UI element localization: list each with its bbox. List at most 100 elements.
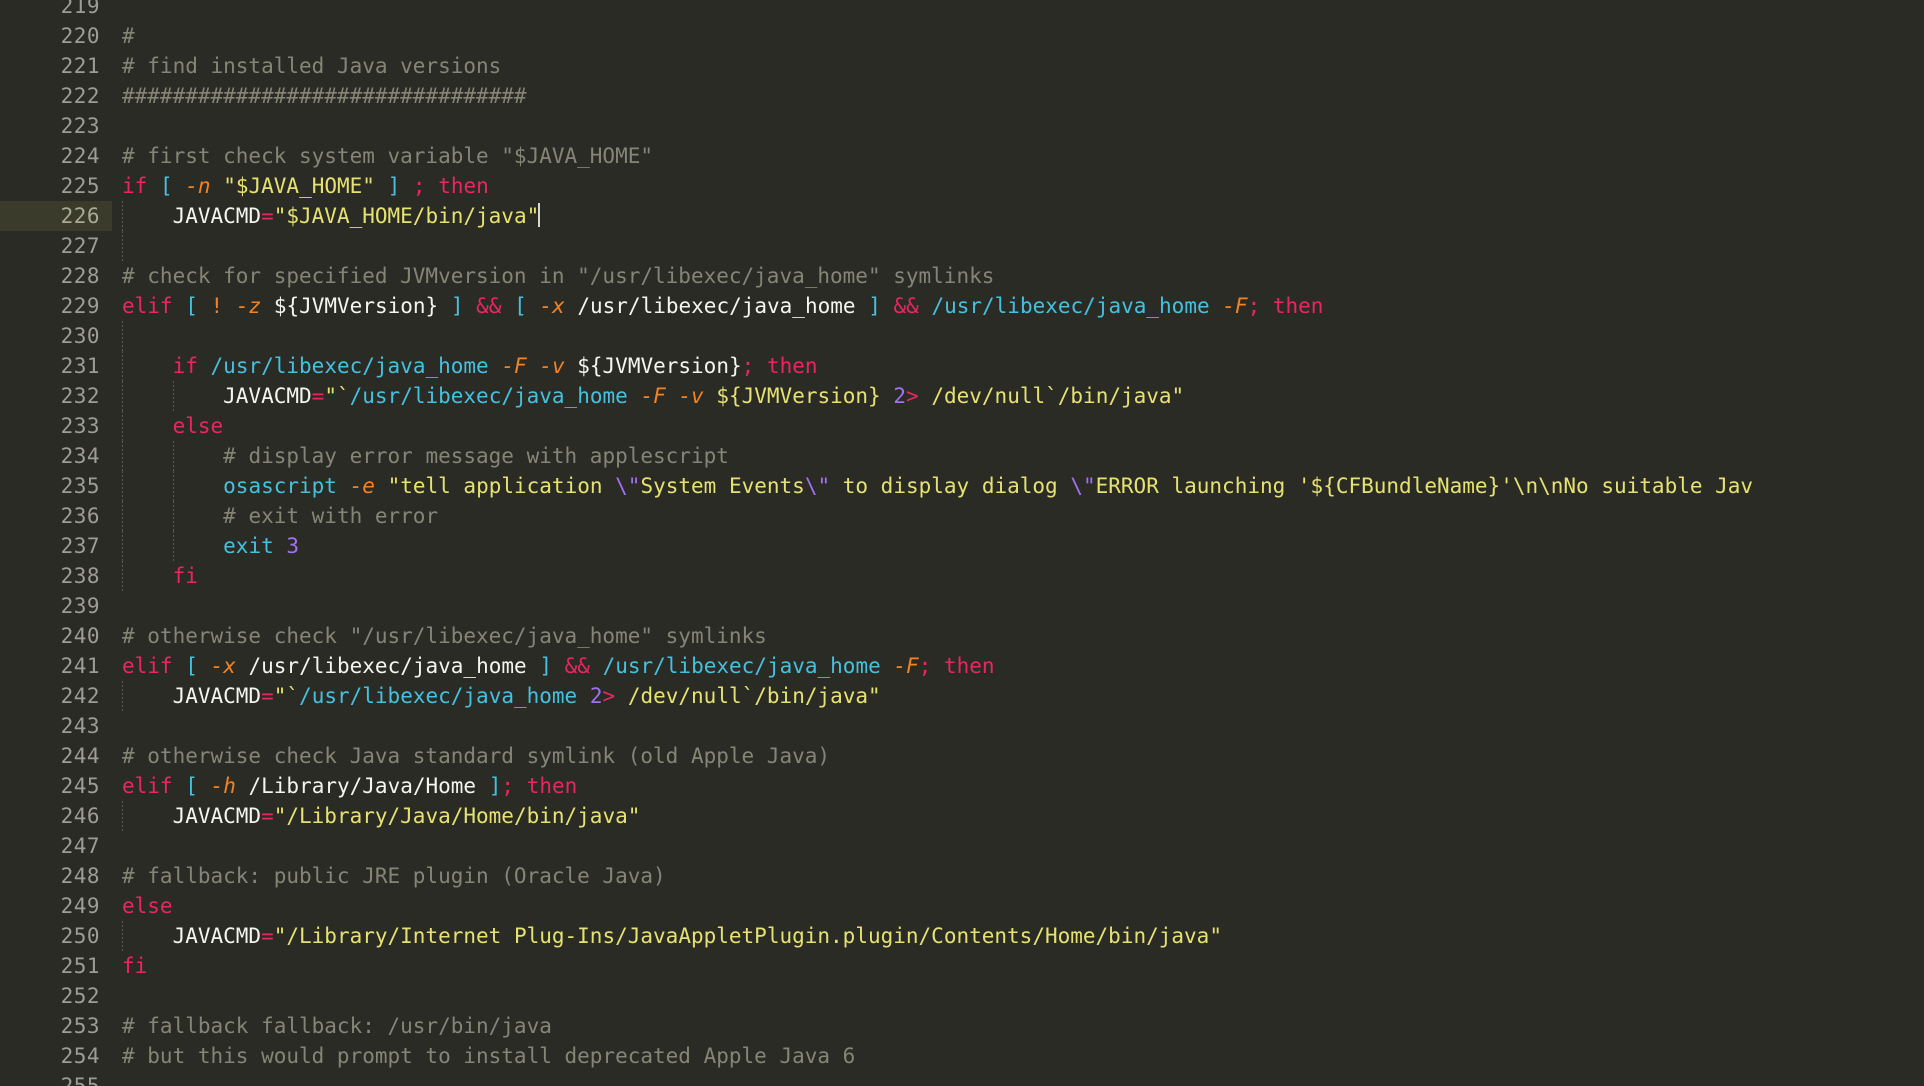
- code-text[interactable]: # fallback fallback: /usr/bin/java: [122, 1011, 552, 1041]
- code-text[interactable]: JAVACMD="$JAVA_HOME/bin/java": [122, 201, 540, 231]
- line-number[interactable]: 245: [0, 771, 112, 801]
- code-text[interactable]: # otherwise check "/usr/libexec/java_hom…: [122, 621, 767, 651]
- code-line[interactable]: 221# find installed Java versions: [0, 51, 1924, 81]
- code-line[interactable]: 238 fi: [0, 561, 1924, 591]
- line-number[interactable]: 244: [0, 741, 112, 771]
- line-number[interactable]: 247: [0, 831, 112, 861]
- code-text[interactable]: # display error message with applescript: [122, 441, 729, 471]
- code-line[interactable]: 237 exit 3: [0, 531, 1924, 561]
- code-text[interactable]: JAVACMD="/Library/Java/Home/bin/java": [122, 801, 640, 831]
- line-number[interactable]: 235: [0, 471, 112, 501]
- code-line[interactable]: 225if [ -n "$JAVA_HOME" ] ; then: [0, 171, 1924, 201]
- code-text[interactable]: if /usr/libexec/java_home -F -v ${JVMVer…: [122, 351, 818, 381]
- code-line[interactable]: 235 osascript -e "tell application \"Sys…: [0, 471, 1924, 501]
- code-line[interactable]: 252: [0, 981, 1924, 1011]
- code-line[interactable]: 248 # fallback: public JRE plugin (Oracle…: [0, 861, 1924, 891]
- line-number[interactable]: 227: [0, 231, 112, 261]
- code-line[interactable]: 219: [0, 0, 1924, 21]
- line-number[interactable]: 223: [0, 111, 112, 141]
- line-number[interactable]: 224: [0, 141, 112, 171]
- code-text[interactable]: #: [122, 21, 135, 51]
- line-number[interactable]: 248: [0, 861, 112, 891]
- line-number[interactable]: 232: [0, 381, 112, 411]
- code-line[interactable]: 250 JAVACMD="/Library/Internet Plug-Ins/…: [0, 921, 1924, 951]
- line-number[interactable]: 253: [0, 1011, 112, 1041]
- line-number[interactable]: 228: [0, 261, 112, 291]
- line-number[interactable]: 252: [0, 981, 112, 1011]
- line-number[interactable]: 255: [0, 1071, 112, 1086]
- line-number[interactable]: 240: [0, 621, 112, 651]
- code-line[interactable]: 222 ################################: [0, 81, 1924, 111]
- line-number[interactable]: 220: [0, 21, 112, 51]
- code-text[interactable]: elif [ -x /usr/libexec/java_home ] && /u…: [122, 651, 995, 681]
- code-line[interactable]: 245 elif [ -h /Library/Java/Home ]; then: [0, 771, 1924, 801]
- code-line[interactable]: 255: [0, 1071, 1924, 1086]
- line-number[interactable]: 233: [0, 411, 112, 441]
- line-number[interactable]: 254: [0, 1041, 112, 1071]
- code-text[interactable]: fi: [122, 951, 147, 981]
- code-line[interactable]: 244 # otherwise check Java standard symli…: [0, 741, 1924, 771]
- line-number[interactable]: 243: [0, 711, 112, 741]
- code-line[interactable]: 241 elif [ -x /usr/libexec/java_home ] &&…: [0, 651, 1924, 681]
- line-number[interactable]: 238: [0, 561, 112, 591]
- line-number[interactable]: 230: [0, 321, 112, 351]
- code-line[interactable]: 229 elif [ ! -z ${JVMVersion} ] && [ -x /…: [0, 291, 1924, 321]
- line-number[interactable]: 251: [0, 951, 112, 981]
- code-text[interactable]: # but this would prompt to install depre…: [122, 1041, 855, 1071]
- line-number[interactable]: 237: [0, 531, 112, 561]
- code-line[interactable]: 224 # first check system variable "$JAVA_…: [0, 141, 1924, 171]
- code-line[interactable]: 246 JAVACMD="/Library/Java/Home/bin/java…: [0, 801, 1924, 831]
- code-text[interactable]: elif [ -h /Library/Java/Home ]; then: [122, 771, 577, 801]
- code-line[interactable]: 242 JAVACMD="`/usr/libexec/java_home 2> …: [0, 681, 1924, 711]
- code-editor[interactable]: 219220 #221# find installed Java versions…: [0, 0, 1924, 1086]
- line-number[interactable]: 225: [0, 171, 112, 201]
- code-text[interactable]: # first check system variable "$JAVA_HOM…: [122, 141, 653, 171]
- line-number[interactable]: 229: [0, 291, 112, 321]
- code-text[interactable]: # fallback: public JRE plugin (Oracle Ja…: [122, 861, 666, 891]
- code-text[interactable]: else: [122, 411, 223, 441]
- code-text[interactable]: ################################: [122, 81, 527, 111]
- line-number[interactable]: 219: [0, 0, 112, 21]
- code-line[interactable]: 251 fi: [0, 951, 1924, 981]
- code-line[interactable]: 247: [0, 831, 1924, 861]
- line-number[interactable]: 241: [0, 651, 112, 681]
- line-number[interactable]: 246: [0, 801, 112, 831]
- code-text[interactable]: elif [ ! -z ${JVMVersion} ] && [ -x /usr…: [122, 291, 1323, 321]
- line-number[interactable]: 242: [0, 681, 112, 711]
- code-line[interactable]: 233 else: [0, 411, 1924, 441]
- code-line[interactable]: 243: [0, 711, 1924, 741]
- code-text[interactable]: exit 3: [122, 531, 299, 561]
- line-number[interactable]: 231: [0, 351, 112, 381]
- code-line[interactable]: 226 JAVACMD="$JAVA_HOME/bin/java": [0, 201, 1924, 231]
- code-text[interactable]: else: [122, 891, 173, 921]
- code-text[interactable]: osascript -e "tell application \"System …: [122, 471, 1753, 501]
- code-line[interactable]: 239: [0, 591, 1924, 621]
- code-line[interactable]: 232 JAVACMD="`/usr/libexec/java_home -F …: [0, 381, 1924, 411]
- code-text[interactable]: # exit with error: [122, 501, 438, 531]
- code-text[interactable]: JAVACMD="`/usr/libexec/java_home -F -v $…: [122, 381, 1184, 411]
- line-number[interactable]: 221: [0, 51, 112, 81]
- code-text[interactable]: JAVACMD="`/usr/libexec/java_home 2> /dev…: [122, 681, 881, 711]
- line-number[interactable]: 226: [0, 201, 112, 231]
- line-number[interactable]: 239: [0, 591, 112, 621]
- code-line[interactable]: 254 # but this would prompt to install de…: [0, 1041, 1924, 1071]
- code-line[interactable]: 234 # display error message with applesc…: [0, 441, 1924, 471]
- code-text[interactable]: # otherwise check Java standard symlink …: [122, 741, 830, 771]
- line-number[interactable]: 249: [0, 891, 112, 921]
- code-text[interactable]: JAVACMD="/Library/Internet Plug-Ins/Java…: [122, 921, 1222, 951]
- code-line[interactable]: 253 # fallback fallback: /usr/bin/java: [0, 1011, 1924, 1041]
- code-line[interactable]: 223: [0, 111, 1924, 141]
- code-text[interactable]: # check for specified JVMversion in "/us…: [122, 261, 994, 291]
- line-number[interactable]: 234: [0, 441, 112, 471]
- code-line[interactable]: 230: [0, 321, 1924, 351]
- code-text[interactable]: fi: [122, 561, 198, 591]
- code-line[interactable]: 249 else: [0, 891, 1924, 921]
- code-line[interactable]: 220 #: [0, 21, 1924, 51]
- line-number[interactable]: 236: [0, 501, 112, 531]
- line-number[interactable]: 222: [0, 81, 112, 111]
- code-line[interactable]: 236 # exit with error: [0, 501, 1924, 531]
- code-line[interactable]: 240 # otherwise check "/usr/libexec/java_…: [0, 621, 1924, 651]
- code-line[interactable]: 231 if /usr/libexec/java_home -F -v ${JV…: [0, 351, 1924, 381]
- code-lines-container[interactable]: 219220 #221# find installed Java versions…: [0, 0, 1924, 1086]
- code-line[interactable]: 228 # check for specified JVMversion in "…: [0, 261, 1924, 291]
